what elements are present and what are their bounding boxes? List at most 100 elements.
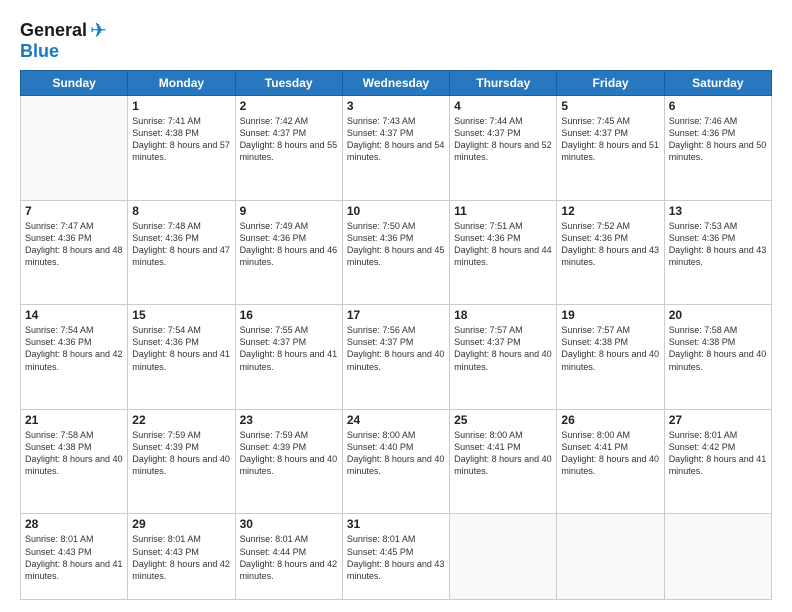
calendar-cell: 26Sunrise: 8:00 AMSunset: 4:41 PMDayligh… (557, 409, 664, 514)
cell-info: Sunrise: 7:57 AMSunset: 4:37 PMDaylight:… (454, 324, 552, 373)
cell-info: Sunrise: 8:01 AMSunset: 4:44 PMDaylight:… (240, 533, 338, 582)
page: General ✈ Blue SundayMondayTuesdayWednes… (0, 0, 792, 612)
cell-info: Sunrise: 7:41 AMSunset: 4:38 PMDaylight:… (132, 115, 230, 164)
week-row-1: 1 Sunrise: 7:41 AMSunset: 4:38 PMDaylight… (21, 96, 772, 201)
calendar-cell: 6Sunrise: 7:46 AMSunset: 4:36 PMDaylight… (664, 96, 771, 201)
weekday-header-wednesday: Wednesday (342, 71, 449, 96)
day-number: 19 (561, 308, 659, 322)
cell-info: Sunrise: 7:52 AMSunset: 4:36 PMDaylight:… (561, 220, 659, 269)
calendar-cell: 13 Sunrise: 7:53 AMSunset: 4:36 PMDayligh… (664, 200, 771, 305)
cell-info: Sunrise: 7:55 AMSunset: 4:37 PMDaylight:… (240, 324, 338, 373)
calendar-cell: 10 Sunrise: 7:50 AMSunset: 4:36 PMDayligh… (342, 200, 449, 305)
cell-info: Sunrise: 8:00 AMSunset: 4:41 PMDaylight:… (454, 429, 552, 478)
calendar-cell: 14Sunrise: 7:54 AMSunset: 4:36 PMDayligh… (21, 305, 128, 410)
calendar-cell: 8Sunrise: 7:48 AMSunset: 4:36 PMDaylight… (128, 200, 235, 305)
calendar-cell: 30 Sunrise: 8:01 AMSunset: 4:44 PMDayligh… (235, 514, 342, 600)
cell-info: Sunrise: 8:00 AMSunset: 4:40 PMDaylight:… (347, 429, 445, 478)
day-number: 1 (132, 99, 230, 113)
cell-info: Sunrise: 7:48 AMSunset: 4:36 PMDaylight:… (132, 220, 230, 269)
day-number: 22 (132, 413, 230, 427)
day-number: 24 (347, 413, 445, 427)
day-number: 9 (240, 204, 338, 218)
calendar-cell: 21 Sunrise: 7:58 AMSunset: 4:38 PMDayligh… (21, 409, 128, 514)
calendar-cell: 9 Sunrise: 7:49 AMSunset: 4:36 PMDaylight… (235, 200, 342, 305)
calendar-cell: 22 Sunrise: 7:59 AMSunset: 4:39 PMDayligh… (128, 409, 235, 514)
day-number: 27 (669, 413, 767, 427)
cell-info: Sunrise: 7:49 AMSunset: 4:36 PMDaylight:… (240, 220, 338, 269)
weekday-header-saturday: Saturday (664, 71, 771, 96)
day-number: 15 (132, 308, 230, 322)
day-number: 20 (669, 308, 767, 322)
calendar-cell: 2 Sunrise: 7:42 AMSunset: 4:37 PMDaylight… (235, 96, 342, 201)
calendar-cell: 20Sunrise: 7:58 AMSunset: 4:38 PMDayligh… (664, 305, 771, 410)
weekday-header-row: SundayMondayTuesdayWednesdayThursdayFrid… (21, 71, 772, 96)
calendar-cell: 19 Sunrise: 7:57 AMSunset: 4:38 PMDayligh… (557, 305, 664, 410)
cell-info: Sunrise: 7:58 AMSunset: 4:38 PMDaylight:… (25, 429, 123, 478)
weekday-header-tuesday: Tuesday (235, 71, 342, 96)
day-number: 12 (561, 204, 659, 218)
week-row-4: 21 Sunrise: 7:58 AMSunset: 4:38 PMDayligh… (21, 409, 772, 514)
day-number: 17 (347, 308, 445, 322)
day-number: 16 (240, 308, 338, 322)
day-number: 11 (454, 204, 552, 218)
weekday-header-thursday: Thursday (450, 71, 557, 96)
day-number: 21 (25, 413, 123, 427)
week-row-3: 14Sunrise: 7:54 AMSunset: 4:36 PMDayligh… (21, 305, 772, 410)
calendar-cell: 15 Sunrise: 7:54 AMSunset: 4:36 PMDayligh… (128, 305, 235, 410)
day-number: 26 (561, 413, 659, 427)
weekday-header-sunday: Sunday (21, 71, 128, 96)
day-number: 7 (25, 204, 123, 218)
day-number: 30 (240, 517, 338, 531)
calendar-cell: 17 Sunrise: 7:56 AMSunset: 4:37 PMDayligh… (342, 305, 449, 410)
cell-info: Sunrise: 7:57 AMSunset: 4:38 PMDaylight:… (561, 324, 659, 373)
cell-info: Sunrise: 8:01 AMSunset: 4:42 PMDaylight:… (669, 429, 767, 478)
cell-info: Sunrise: 7:54 AMSunset: 4:36 PMDaylight:… (132, 324, 230, 373)
calendar-cell: 7Sunrise: 7:47 AMSunset: 4:36 PMDaylight… (21, 200, 128, 305)
day-number: 18 (454, 308, 552, 322)
cell-info: Sunrise: 7:42 AMSunset: 4:37 PMDaylight:… (240, 115, 338, 164)
calendar-cell: 25 Sunrise: 8:00 AMSunset: 4:41 PMDayligh… (450, 409, 557, 514)
header: General ✈ Blue (20, 18, 772, 62)
calendar-cell: 4Sunrise: 7:44 AMSunset: 4:37 PMDaylight… (450, 96, 557, 201)
day-number: 25 (454, 413, 552, 427)
cell-info: Sunrise: 7:56 AMSunset: 4:37 PMDaylight:… (347, 324, 445, 373)
cell-info: Sunrise: 7:43 AMSunset: 4:37 PMDaylight:… (347, 115, 445, 164)
calendar-table: SundayMondayTuesdayWednesdayThursdayFrid… (20, 70, 772, 600)
day-number: 28 (25, 517, 123, 531)
calendar-cell (21, 96, 128, 201)
day-number: 13 (669, 204, 767, 218)
cell-info: Sunrise: 7:44 AMSunset: 4:37 PMDaylight:… (454, 115, 552, 164)
day-number: 23 (240, 413, 338, 427)
calendar-cell: 29Sunrise: 8:01 AMSunset: 4:43 PMDayligh… (128, 514, 235, 600)
calendar-cell (664, 514, 771, 600)
day-number: 3 (347, 99, 445, 113)
calendar-cell: 11 Sunrise: 7:51 AMSunset: 4:36 PMDayligh… (450, 200, 557, 305)
calendar-cell: 23Sunrise: 7:59 AMSunset: 4:39 PMDayligh… (235, 409, 342, 514)
weekday-header-monday: Monday (128, 71, 235, 96)
calendar-cell (557, 514, 664, 600)
cell-info: Sunrise: 7:46 AMSunset: 4:36 PMDaylight:… (669, 115, 767, 164)
logo: General ✈ Blue (20, 18, 107, 62)
calendar-cell: 18 Sunrise: 7:57 AMSunset: 4:37 PMDayligh… (450, 305, 557, 410)
cell-info: Sunrise: 7:45 AMSunset: 4:37 PMDaylight:… (561, 115, 659, 164)
week-row-5: 28 Sunrise: 8:01 AMSunset: 4:43 PMDayligh… (21, 514, 772, 600)
cell-info: Sunrise: 7:59 AMSunset: 4:39 PMDaylight:… (132, 429, 230, 478)
calendar-cell: 5 Sunrise: 7:45 AMSunset: 4:37 PMDaylight… (557, 96, 664, 201)
calendar-cell: 27 Sunrise: 8:01 AMSunset: 4:42 PMDayligh… (664, 409, 771, 514)
cell-info: Sunrise: 8:01 AMSunset: 4:43 PMDaylight:… (25, 533, 123, 582)
cell-info: Sunrise: 7:51 AMSunset: 4:36 PMDaylight:… (454, 220, 552, 269)
week-row-2: 7Sunrise: 7:47 AMSunset: 4:36 PMDaylight… (21, 200, 772, 305)
day-number: 10 (347, 204, 445, 218)
cell-info: Sunrise: 8:01 AMSunset: 4:45 PMDaylight:… (347, 533, 445, 582)
day-number: 2 (240, 99, 338, 113)
cell-info: Sunrise: 7:53 AMSunset: 4:36 PMDaylight:… (669, 220, 767, 269)
calendar-cell: 16 Sunrise: 7:55 AMSunset: 4:37 PMDayligh… (235, 305, 342, 410)
day-number: 5 (561, 99, 659, 113)
logo-general: General (20, 20, 87, 41)
calendar-cell: 31Sunrise: 8:01 AMSunset: 4:45 PMDayligh… (342, 514, 449, 600)
day-number: 29 (132, 517, 230, 531)
calendar-cell: 24 Sunrise: 8:00 AMSunset: 4:40 PMDayligh… (342, 409, 449, 514)
cell-info: Sunrise: 7:50 AMSunset: 4:36 PMDaylight:… (347, 220, 445, 269)
calendar-cell: 28 Sunrise: 8:01 AMSunset: 4:43 PMDayligh… (21, 514, 128, 600)
calendar-cell: 1 Sunrise: 7:41 AMSunset: 4:38 PMDaylight… (128, 96, 235, 201)
